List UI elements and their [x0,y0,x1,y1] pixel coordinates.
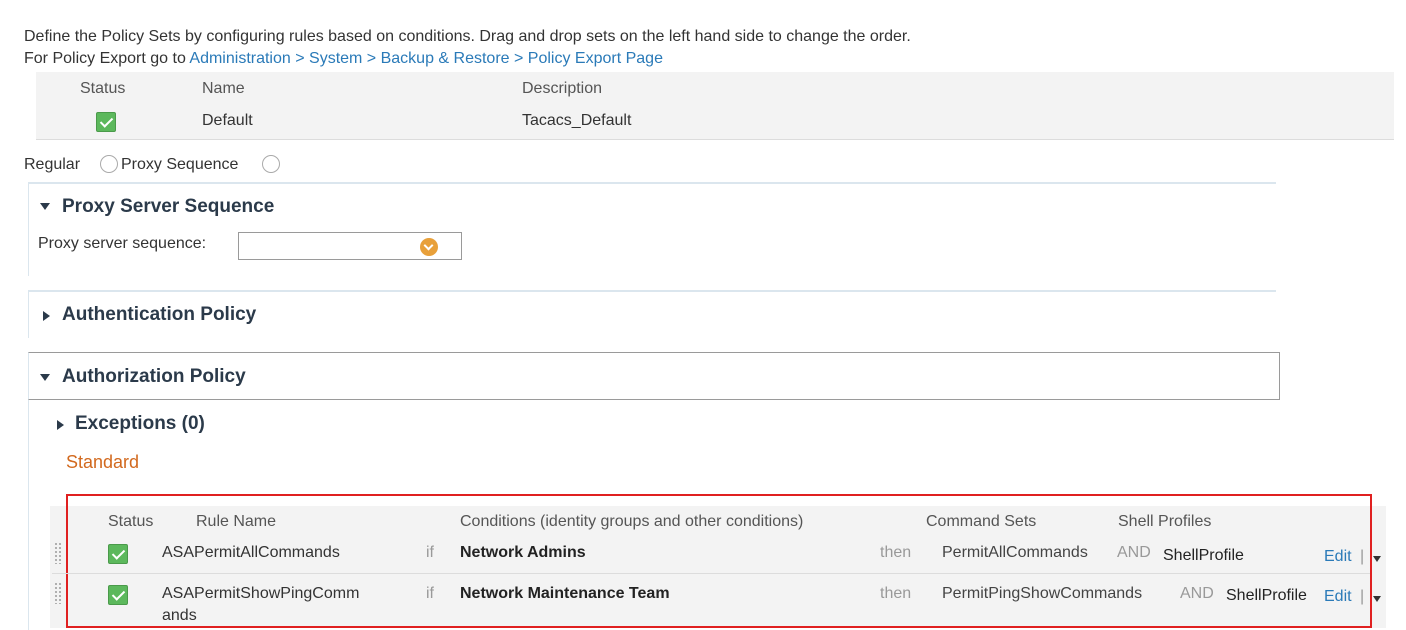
proxy-section-title[interactable]: Proxy Server Sequence [62,196,274,218]
rule-status-checkbox-icon[interactable] [108,544,128,564]
regular-label: Regular [24,156,81,173]
rule-and-keyword: AND [1180,585,1214,602]
edit-separator: | [1360,588,1365,605]
exceptions-title[interactable]: Exceptions (0) [75,413,205,435]
rule-name-line1[interactable]: ASAPermitShowPingComm [162,585,359,603]
policy-export-prefix: For Policy Export go to [24,50,190,67]
rules-rule-name-header: Rule Name [196,513,277,530]
authentication-expand-icon[interactable] [43,311,50,321]
authorization-collapse-icon[interactable] [40,374,50,381]
policy-set-status-header: Status [80,80,126,97]
policy-export-link[interactable]: Administration > System > Backup & Resto… [189,50,663,67]
proxy-section-left-border [28,184,29,276]
edit-menu-caret-icon[interactable] [1373,596,1381,602]
rules-conditions-header: Conditions (identity groups and other co… [460,513,804,530]
rule-name-line2[interactable]: ands [162,607,197,625]
authentication-left-border [28,292,29,338]
policy-set-name-header: Name [202,80,245,97]
authorization-left-border [28,400,29,630]
rule-condition[interactable]: Network Admins [460,544,586,562]
rules-shell-profiles-header: Shell Profiles [1118,513,1212,530]
rule-then-keyword: then [880,585,912,602]
proxy-server-sequence-label: Proxy server sequence: [38,235,207,252]
edit-menu-caret-icon[interactable] [1373,556,1381,562]
rule-and-keyword: AND [1117,544,1151,561]
rule-name[interactable]: ASAPermitAllCommands [162,544,340,562]
proxy-sequence-label: Proxy Sequence [121,156,239,173]
policy-export-line: For Policy Export go to Administration >… [24,50,663,68]
rules-row-separator [52,573,1370,574]
rule-if-keyword: if [426,585,434,602]
regular-radio[interactable] [100,155,118,173]
intro-text: Define the Policy Sets by configuring ru… [24,28,911,45]
policy-set-description-header: Description [522,80,603,97]
rule-command-set[interactable]: PermitAllCommands [942,544,1088,562]
drag-handle-icon[interactable] [54,582,62,604]
chevron-down-icon[interactable] [420,238,438,256]
proxy-section-collapse-icon[interactable] [40,203,50,210]
rule-status-checkbox-icon[interactable] [108,585,128,605]
authorization-policy-title[interactable]: Authorization Policy [62,366,246,388]
rule-condition[interactable]: Network Maintenance Team [460,585,670,603]
rule-shell-profile[interactable]: ShellProfile [1163,547,1244,565]
proxy-section-divider [28,182,1276,184]
rules-command-sets-header: Command Sets [926,513,1037,530]
authentication-divider [28,290,1276,292]
policy-set-name[interactable]: Default [202,112,253,130]
policy-set-description: Tacacs_Default [522,112,632,129]
rule-shell-profile[interactable]: ShellProfile [1226,587,1307,605]
rule-edit-link[interactable]: Edit [1324,548,1352,566]
rule-then-keyword: then [880,544,912,561]
rule-edit-link[interactable]: Edit [1324,588,1352,606]
exceptions-expand-icon[interactable] [57,420,64,430]
proxy-sequence-radio[interactable] [262,155,280,173]
edit-separator: | [1360,548,1365,565]
drag-handle-icon[interactable] [54,542,62,564]
policy-set-status-checkbox-icon[interactable] [96,112,116,132]
rules-status-header: Status [108,513,154,530]
standard-label: Standard [66,452,140,472]
rule-command-set[interactable]: PermitPingShowCommands [942,585,1142,603]
authentication-policy-title[interactable]: Authentication Policy [62,304,256,326]
rule-if-keyword: if [426,544,434,561]
